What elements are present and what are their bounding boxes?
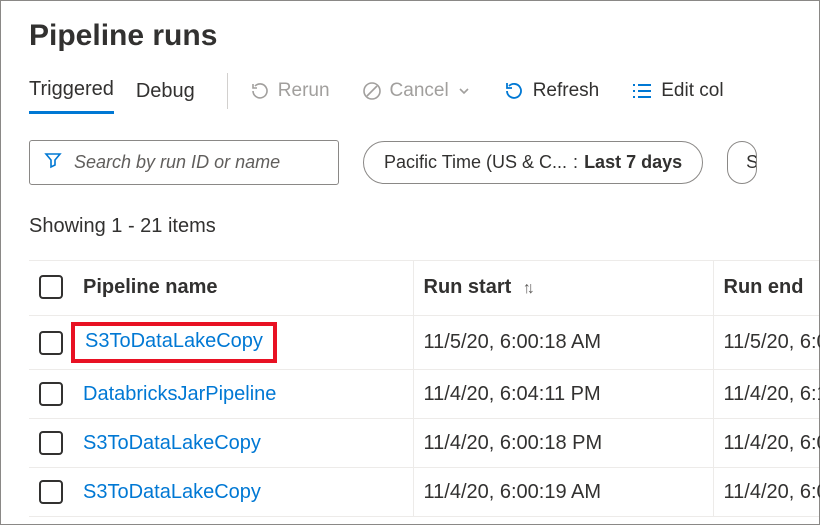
search-placeholder: Search by run ID or name bbox=[74, 152, 280, 173]
pipeline-link[interactable]: S3ToDataLakeCopy bbox=[85, 330, 263, 352]
cancel-icon bbox=[362, 81, 382, 101]
row-checkbox[interactable] bbox=[39, 382, 63, 406]
edit-columns-label: Edit col bbox=[661, 80, 723, 102]
run-start-cell: 11/4/20, 6:04:11 PM bbox=[413, 370, 713, 419]
sort-icon: ↑↓ bbox=[523, 280, 531, 297]
select-all-checkbox[interactable] bbox=[39, 275, 63, 299]
refresh-label: Refresh bbox=[533, 80, 600, 102]
timezone-label: Pacific Time (US & C... bbox=[384, 152, 567, 173]
showing-count: Showing 1 - 21 items bbox=[29, 215, 819, 238]
edit-columns-button[interactable]: Edit col bbox=[631, 80, 723, 108]
runs-table: Pipeline name Run start ↑↓ Run end S3ToD… bbox=[29, 260, 819, 517]
column-run-end[interactable]: Run end bbox=[713, 261, 819, 316]
row-checkbox[interactable] bbox=[39, 431, 63, 455]
column-pipeline-name[interactable]: Pipeline name bbox=[73, 261, 413, 316]
table-row: S3ToDataLakeCopy 11/5/20, 6:00:18 AM11/5/… bbox=[29, 316, 819, 370]
run-end-cell: 11/4/20, 6:10: bbox=[713, 370, 819, 419]
rerun-icon bbox=[250, 81, 270, 101]
extra-filter-pill[interactable]: S bbox=[727, 141, 757, 184]
row-checkbox[interactable] bbox=[39, 480, 63, 504]
refresh-button[interactable]: Refresh bbox=[503, 80, 600, 108]
row-checkbox[interactable] bbox=[39, 331, 63, 355]
chevron-down-icon bbox=[457, 84, 471, 98]
table-row: S3ToDataLakeCopy 11/4/20, 6:00:19 AM11/4/… bbox=[29, 468, 819, 517]
time-filter-pill[interactable]: Pacific Time (US & C... : Last 7 days bbox=[363, 141, 703, 184]
run-start-cell: 11/4/20, 6:00:18 PM bbox=[413, 419, 713, 468]
toolbar-separator bbox=[227, 73, 228, 109]
header-checkbox-cell bbox=[29, 261, 73, 316]
filter-icon bbox=[44, 151, 62, 174]
rerun-label: Rerun bbox=[278, 80, 330, 102]
table-row: S3ToDataLakeCopy 11/4/20, 6:00:18 PM11/4/… bbox=[29, 419, 819, 468]
run-end-cell: 11/4/20, 6:03: bbox=[713, 419, 819, 468]
pipeline-link[interactable]: S3ToDataLakeCopy bbox=[83, 481, 261, 503]
run-start-cell: 11/5/20, 6:00:18 AM bbox=[413, 316, 713, 370]
tab-debug[interactable]: Debug bbox=[136, 76, 195, 113]
run-end-cell: 11/4/20, 6:04: bbox=[713, 468, 819, 517]
range-value: Last 7 days bbox=[584, 152, 682, 173]
cancel-button[interactable]: Cancel bbox=[362, 80, 471, 108]
run-start-cell: 11/4/20, 6:00:19 AM bbox=[413, 468, 713, 517]
tab-triggered[interactable]: Triggered bbox=[29, 74, 114, 114]
list-icon bbox=[631, 82, 653, 100]
pipeline-link[interactable]: S3ToDataLakeCopy bbox=[83, 432, 261, 454]
rerun-button[interactable]: Rerun bbox=[250, 80, 330, 108]
search-input[interactable]: Search by run ID or name bbox=[29, 140, 339, 185]
run-end-cell: 11/5/20, 6:03: bbox=[713, 316, 819, 370]
page-title: Pipeline runs bbox=[29, 19, 819, 53]
table-row: DatabricksJarPipeline 11/4/20, 6:04:11 PM… bbox=[29, 370, 819, 419]
column-run-start[interactable]: Run start ↑↓ bbox=[413, 261, 713, 316]
extra-filter-label: S bbox=[746, 152, 757, 173]
cancel-label: Cancel bbox=[390, 80, 449, 102]
refresh-icon bbox=[503, 80, 525, 102]
filter-row: Search by run ID or name Pacific Time (U… bbox=[29, 140, 819, 185]
pipeline-link[interactable]: DatabricksJarPipeline bbox=[83, 383, 276, 405]
tabs-toolbar: Triggered Debug Rerun Cancel bbox=[29, 73, 819, 116]
